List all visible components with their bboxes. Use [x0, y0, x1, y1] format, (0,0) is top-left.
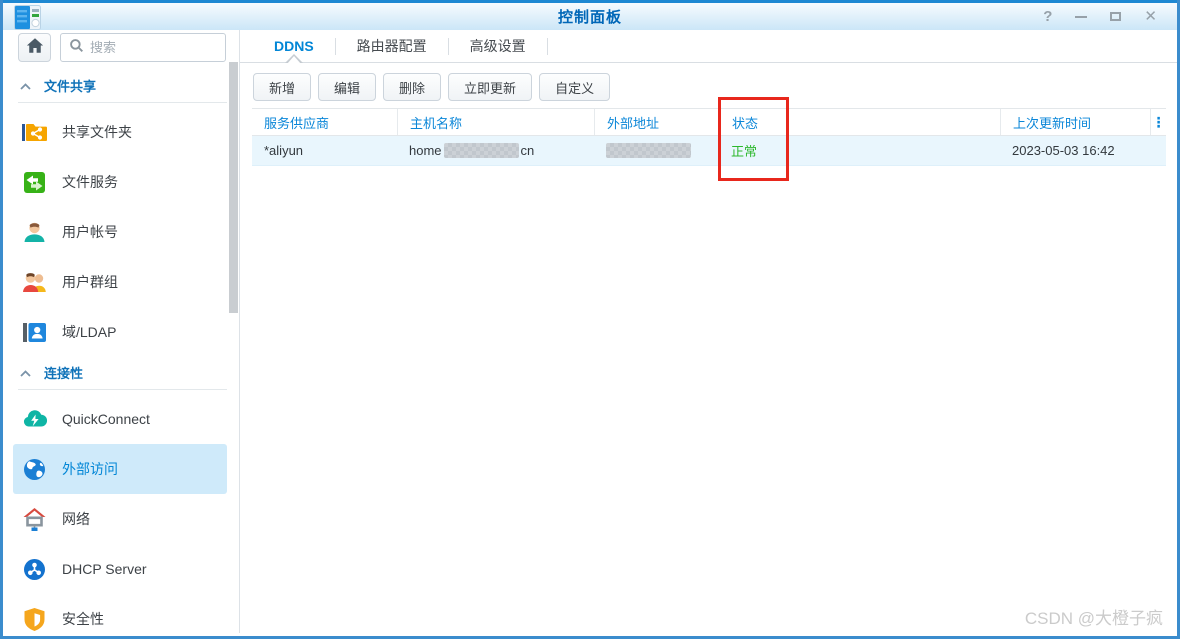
cell-external-address: [594, 143, 719, 158]
add-button[interactable]: 新增: [253, 73, 311, 101]
security-icon: [21, 606, 48, 633]
column-options-icon[interactable]: ⋮: [1150, 109, 1166, 135]
ddns-toolbar: 新增 编辑 删除 立即更新 自定义: [240, 63, 1177, 101]
sidebar-list: 文件共享 共享文件夹: [3, 62, 239, 639]
tab-router-configuration[interactable]: 路由器配置: [336, 30, 448, 62]
tab-divider: [547, 38, 548, 55]
delete-button[interactable]: 删除: [383, 73, 441, 101]
search-icon: [69, 38, 84, 58]
sidebar-item-label: QuickConnect: [62, 411, 150, 427]
help-button[interactable]: ?: [1043, 9, 1052, 24]
network-icon: [21, 506, 48, 533]
maximize-button[interactable]: [1110, 12, 1121, 21]
cell-status: 正常: [719, 141, 1000, 160]
hostname-redacted-blur: [444, 143, 519, 158]
column-header-hostname[interactable]: 主机名称: [397, 109, 594, 135]
user-groups-icon: [21, 269, 48, 296]
sidebar-item-label: 文件服务: [62, 172, 118, 192]
table-header-row: 服务供应商 主机名称 外部地址 状态 上次更新时间 ⋮: [252, 108, 1166, 136]
active-tab-caret: [285, 54, 303, 63]
sidebar-item-label: 安全性: [62, 609, 104, 629]
title-bar: 控制面板 ? ✕: [3, 0, 1177, 30]
sidebar-scrollbar[interactable]: [229, 62, 238, 313]
update-now-button[interactable]: 立即更新: [448, 73, 532, 101]
watermark: CSDN @大橙子疯: [1025, 604, 1163, 629]
sidebar: 文件共享 共享文件夹: [3, 30, 240, 633]
sidebar-item-label: 共享文件夹: [62, 122, 132, 142]
file-services-icon: [21, 169, 48, 196]
sidebar-section-label: 文件共享: [44, 76, 96, 95]
column-header-external-address[interactable]: 外部地址: [594, 109, 719, 135]
sidebar-item-file-services[interactable]: 文件服务: [13, 157, 227, 207]
sidebar-section-label: 连接性: [44, 363, 83, 382]
sidebar-item-user-accounts[interactable]: 用户帐号: [13, 207, 227, 257]
sidebar-item-network[interactable]: 网络: [13, 494, 227, 544]
control-panel-window: 控制面板 ? ✕: [0, 0, 1180, 639]
window-title: 控制面板: [558, 6, 622, 27]
sidebar-item-label: 域/LDAP: [62, 322, 116, 342]
tab-bar: DDNS 路由器配置 高级设置: [240, 30, 1177, 63]
column-header-status[interactable]: 状态: [719, 109, 1000, 135]
edit-button[interactable]: 编辑: [318, 73, 376, 101]
close-button[interactable]: ✕: [1144, 9, 1157, 24]
tab-advanced-settings[interactable]: 高级设置: [449, 30, 547, 62]
dhcp-server-icon: [21, 556, 48, 583]
home-button[interactable]: [18, 33, 51, 62]
tab-label: DDNS: [274, 38, 314, 54]
domain-ldap-icon: [21, 319, 48, 346]
main-panel: DDNS 路由器配置 高级设置 新增 编辑 删除 立即更新 自定义: [240, 30, 1177, 633]
column-header-service-provider[interactable]: 服务供应商: [252, 109, 397, 135]
sidebar-item-label: 用户群组: [62, 272, 118, 292]
sidebar-item-label: 网络: [62, 509, 90, 529]
sidebar-item-external-access[interactable]: 外部访问: [13, 444, 227, 494]
minimize-button[interactable]: [1075, 16, 1087, 18]
search-input[interactable]: [90, 40, 217, 55]
chevron-up-icon: [20, 78, 31, 93]
external-access-icon: [21, 456, 48, 483]
quickconnect-icon: [21, 406, 48, 433]
column-header-last-update-time[interactable]: 上次更新时间: [1000, 109, 1150, 135]
tab-ddns[interactable]: DDNS: [253, 30, 335, 62]
tab-label: 路由器配置: [357, 36, 427, 56]
chevron-up-icon: [20, 365, 31, 380]
sidebar-item-domain-ldap[interactable]: 域/LDAP: [13, 307, 227, 357]
address-redacted-blur: [606, 143, 691, 158]
sidebar-item-shared-folders[interactable]: 共享文件夹: [13, 107, 227, 157]
sidebar-item-dhcp-server[interactable]: DHCP Server: [13, 544, 227, 594]
table-row[interactable]: *aliyun home cn 正常 2023-05-03 16:42: [252, 136, 1166, 166]
home-icon: [26, 37, 44, 59]
hostname-prefix: home: [409, 143, 442, 158]
cell-hostname: home cn: [397, 143, 594, 158]
sidebar-item-security[interactable]: 安全性: [13, 594, 227, 639]
sidebar-item-user-groups[interactable]: 用户群组: [13, 257, 227, 307]
user-account-icon: [21, 219, 48, 246]
sidebar-item-quickconnect[interactable]: QuickConnect: [13, 394, 227, 444]
sidebar-item-label: 外部访问: [62, 459, 118, 479]
sidebar-section-file-sharing[interactable]: 文件共享: [18, 72, 227, 103]
customize-button[interactable]: 自定义: [539, 73, 610, 101]
cell-service-provider: *aliyun: [252, 143, 397, 158]
sidebar-item-label: 用户帐号: [62, 222, 118, 242]
tab-label: 高级设置: [470, 36, 526, 56]
shared-folder-icon: [21, 119, 48, 146]
ddns-table: 服务供应商 主机名称 外部地址 状态 上次更新时间 ⋮ *aliyun home…: [252, 108, 1166, 166]
search-box[interactable]: [60, 33, 226, 62]
hostname-suffix: cn: [521, 143, 535, 158]
cell-last-update-time: 2023-05-03 16:42: [1000, 143, 1150, 158]
window-controls: ? ✕: [1043, 3, 1157, 30]
sidebar-section-connectivity[interactable]: 连接性: [18, 359, 227, 390]
sidebar-item-label: DHCP Server: [62, 561, 147, 577]
